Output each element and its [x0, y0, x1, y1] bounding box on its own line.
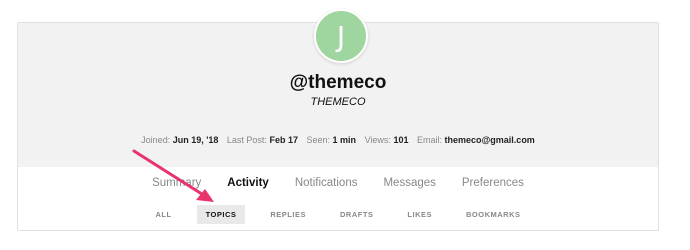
- user-profile-card: J @themeco THEMECO Joined: Jun 19, '18 L…: [17, 9, 659, 231]
- tab-summary[interactable]: Summary: [139, 177, 214, 189]
- tab-messages[interactable]: Messages: [370, 177, 448, 189]
- stat-joined-value: Jun 19, '18: [172, 135, 219, 145]
- stat-joined: Joined: Jun 19, '18: [141, 135, 221, 145]
- tab-preferences[interactable]: Preferences: [449, 177, 537, 189]
- subtab-likes[interactable]: LIKES: [398, 205, 441, 224]
- stat-email-value[interactable]: themeco@gmail.com: [445, 135, 535, 145]
- stat-last-post-value: Feb 17: [269, 135, 298, 145]
- stat-last-post-label: Last Post:: [226, 135, 267, 145]
- tab-notifications[interactable]: Notifications: [282, 177, 371, 189]
- full-name: THEMECO: [310, 96, 366, 108]
- stat-views: Views: 101: [365, 135, 411, 145]
- user-avatar[interactable]: J: [314, 9, 368, 63]
- stat-seen-label: Seen:: [306, 135, 331, 145]
- username: @themeco: [289, 72, 387, 93]
- profile-tabs: Summary Activity Notifications Messages …: [18, 177, 658, 189]
- stat-seen: Seen: 1 min: [306, 135, 358, 145]
- subtab-replies[interactable]: REPLIES: [261, 205, 315, 224]
- subtab-drafts[interactable]: DRAFTS: [331, 205, 382, 224]
- stat-seen-value: 1 min: [332, 135, 357, 145]
- subtab-all[interactable]: ALL: [147, 205, 181, 224]
- activity-subtabs: ALL TOPICS REPLIES DRAFTS LIKES BOOKMARK…: [18, 205, 658, 224]
- stat-views-label: Views:: [364, 135, 391, 145]
- subtab-bookmarks[interactable]: BOOKMARKS: [457, 205, 530, 224]
- subtab-topics[interactable]: TOPICS: [196, 205, 246, 224]
- stat-last-post: Last Post: Feb 17: [227, 135, 301, 145]
- stat-email: Email: themeco@gmail.com: [417, 135, 535, 145]
- stat-email-label: Email:: [416, 135, 442, 145]
- user-stats: Joined: Jun 19, '18 Last Post: Feb 17 Se…: [18, 135, 658, 145]
- stat-views-value: 101: [393, 135, 409, 145]
- tab-activity[interactable]: Activity: [214, 177, 282, 189]
- stat-joined-label: Joined:: [141, 135, 171, 145]
- avatar-letter: J: [336, 19, 346, 53]
- profile-header: J @themeco THEMECO Joined: Jun 19, '18 L…: [18, 9, 658, 167]
